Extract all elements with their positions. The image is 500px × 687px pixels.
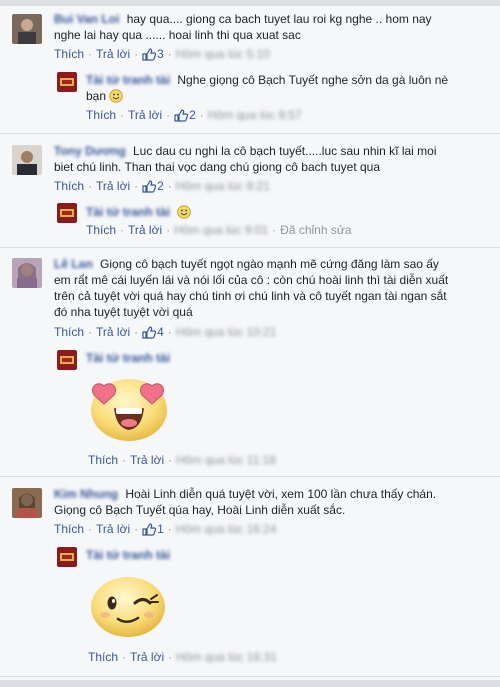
page-avatar[interactable] [57, 547, 77, 567]
avatar[interactable] [12, 14, 42, 44]
comment-text: Kim Nhung Hoài Linh diễn quá tuyệt vời, … [54, 487, 437, 517]
like-link[interactable]: Thích [86, 223, 116, 237]
comment-actions: Thích · Trả lời · 2 · Hôm qua lúc 8:21 [54, 179, 270, 193]
thumbs-up-icon [142, 179, 157, 193]
page-avatar[interactable] [57, 350, 77, 370]
like-count[interactable]: 3 [142, 47, 164, 61]
timestamp[interactable]: Hôm qua lúc 8:57 [208, 108, 302, 122]
divider [0, 247, 500, 248]
avatar[interactable] [12, 258, 42, 288]
timestamp[interactable]: Hôm qua lúc 8:21 [176, 179, 270, 193]
reply-text: Tài tử tranh tài [86, 204, 466, 220]
reply-actions: Thích · Trả lời · Hôm qua lúc 11:18 [88, 453, 276, 467]
edited-label[interactable]: Đã chỉnh sửa [280, 223, 351, 237]
like-link[interactable]: Thích [86, 108, 116, 122]
thumbs-up-icon [174, 108, 189, 122]
comment-actions: Thích · Trả lời · 4 · Hôm qua lúc 10:21 [54, 325, 277, 339]
comment-actions: Thích · Trả lời · 1 · Hôm qua lúc 16:24 [54, 522, 277, 536]
reply-link[interactable]: Trả lời [128, 223, 162, 237]
reply-text: Tài tử tranh tài [86, 350, 466, 366]
commenter-name[interactable]: Bui Van Loi [54, 12, 119, 26]
heart-eyes-sticker [86, 372, 172, 445]
replier-name[interactable]: Tài tử tranh tài [86, 351, 170, 365]
like-link[interactable]: Thích [88, 650, 118, 664]
reply-link[interactable]: Trả lời [96, 47, 130, 61]
like-link[interactable]: Thích [54, 325, 84, 339]
reply-actions: Thích · Trả lời · Hôm qua lúc 9:01 · Đã … [86, 223, 352, 237]
avatar[interactable] [12, 488, 42, 518]
wink-sticker [88, 573, 168, 642]
like-count[interactable]: 2 [174, 108, 196, 122]
like-link[interactable]: Thích [54, 522, 84, 536]
avatar[interactable] [12, 145, 42, 175]
thumbs-up-icon [142, 325, 157, 339]
page-avatar[interactable] [57, 72, 77, 92]
reply-link[interactable]: Trả lời [96, 179, 130, 193]
reply-link[interactable]: Trả lời [96, 325, 130, 339]
reply-link[interactable]: Trả lời [96, 522, 130, 536]
timestamp[interactable]: Hôm qua lúc 5:10 [176, 47, 270, 61]
comment-actions: Thích · Trả lời · 3 · Hôm qua lúc 5:10 [54, 47, 270, 61]
like-count[interactable]: 4 [142, 325, 164, 339]
replier-name[interactable]: Tài tử tranh tài [86, 205, 170, 219]
comment-text: Tony Dương Luc dau cu nghi la cô bạch tu… [54, 144, 437, 174]
like-link[interactable]: Thích [54, 47, 84, 61]
comment-text: Lê Lan Giọng cô bạch tuyết ngọt ngào mạn… [54, 257, 449, 319]
timestamp[interactable]: Hôm qua lúc 16:24 [176, 522, 277, 536]
like-link[interactable]: Thích [88, 453, 118, 467]
like-link[interactable]: Thích [54, 179, 84, 193]
divider [0, 133, 500, 134]
timestamp[interactable]: Hôm qua lúc 16:31 [176, 650, 277, 664]
comment-text: Bui Van Loi hay qua.... giong ca bach tu… [54, 12, 432, 42]
reply-text: Tài tử tranh tài Nghe giọng cô Bạch Tuyế… [86, 73, 449, 103]
next-comment-edge [0, 680, 500, 687]
divider [0, 476, 500, 477]
reply-link[interactable]: Trả lời [128, 108, 162, 122]
reply-text: Tài tử tranh tài [86, 547, 466, 563]
divider [0, 676, 500, 677]
replier-name[interactable]: Tài tử tranh tài [86, 73, 170, 87]
timestamp[interactable]: Hôm qua lúc 11:18 [176, 453, 276, 467]
reply-actions: Thích · Trả lời · Hôm qua lúc 16:31 [88, 650, 277, 664]
like-count[interactable]: 2 [142, 179, 164, 193]
like-count[interactable]: 1 [142, 522, 164, 536]
commenter-name[interactable]: Kim Nhung [54, 487, 118, 501]
commenter-name[interactable]: Lê Lan [54, 257, 93, 271]
previous-comment-edge [0, 0, 500, 6]
timestamp[interactable]: Hôm qua lúc 10:21 [176, 325, 277, 339]
replier-name[interactable]: Tài tử tranh tài [86, 548, 170, 562]
smiley-icon [109, 89, 124, 103]
page-avatar[interactable] [57, 203, 77, 223]
thumbs-up-icon [142, 47, 157, 61]
smiley-icon [177, 205, 192, 219]
timestamp[interactable]: Hôm qua lúc 9:01 [174, 223, 268, 237]
reply-link[interactable]: Trả lời [130, 453, 164, 467]
comment-feed: Bui Van Loi hay qua.... giong ca bach tu… [0, 0, 500, 687]
commenter-name[interactable]: Tony Dương [54, 144, 126, 158]
reply-link[interactable]: Trả lời [130, 650, 164, 664]
reply-actions: Thích · Trả lời · 2 · Hôm qua lúc 8:57 [86, 108, 302, 122]
thumbs-up-icon [142, 522, 157, 536]
